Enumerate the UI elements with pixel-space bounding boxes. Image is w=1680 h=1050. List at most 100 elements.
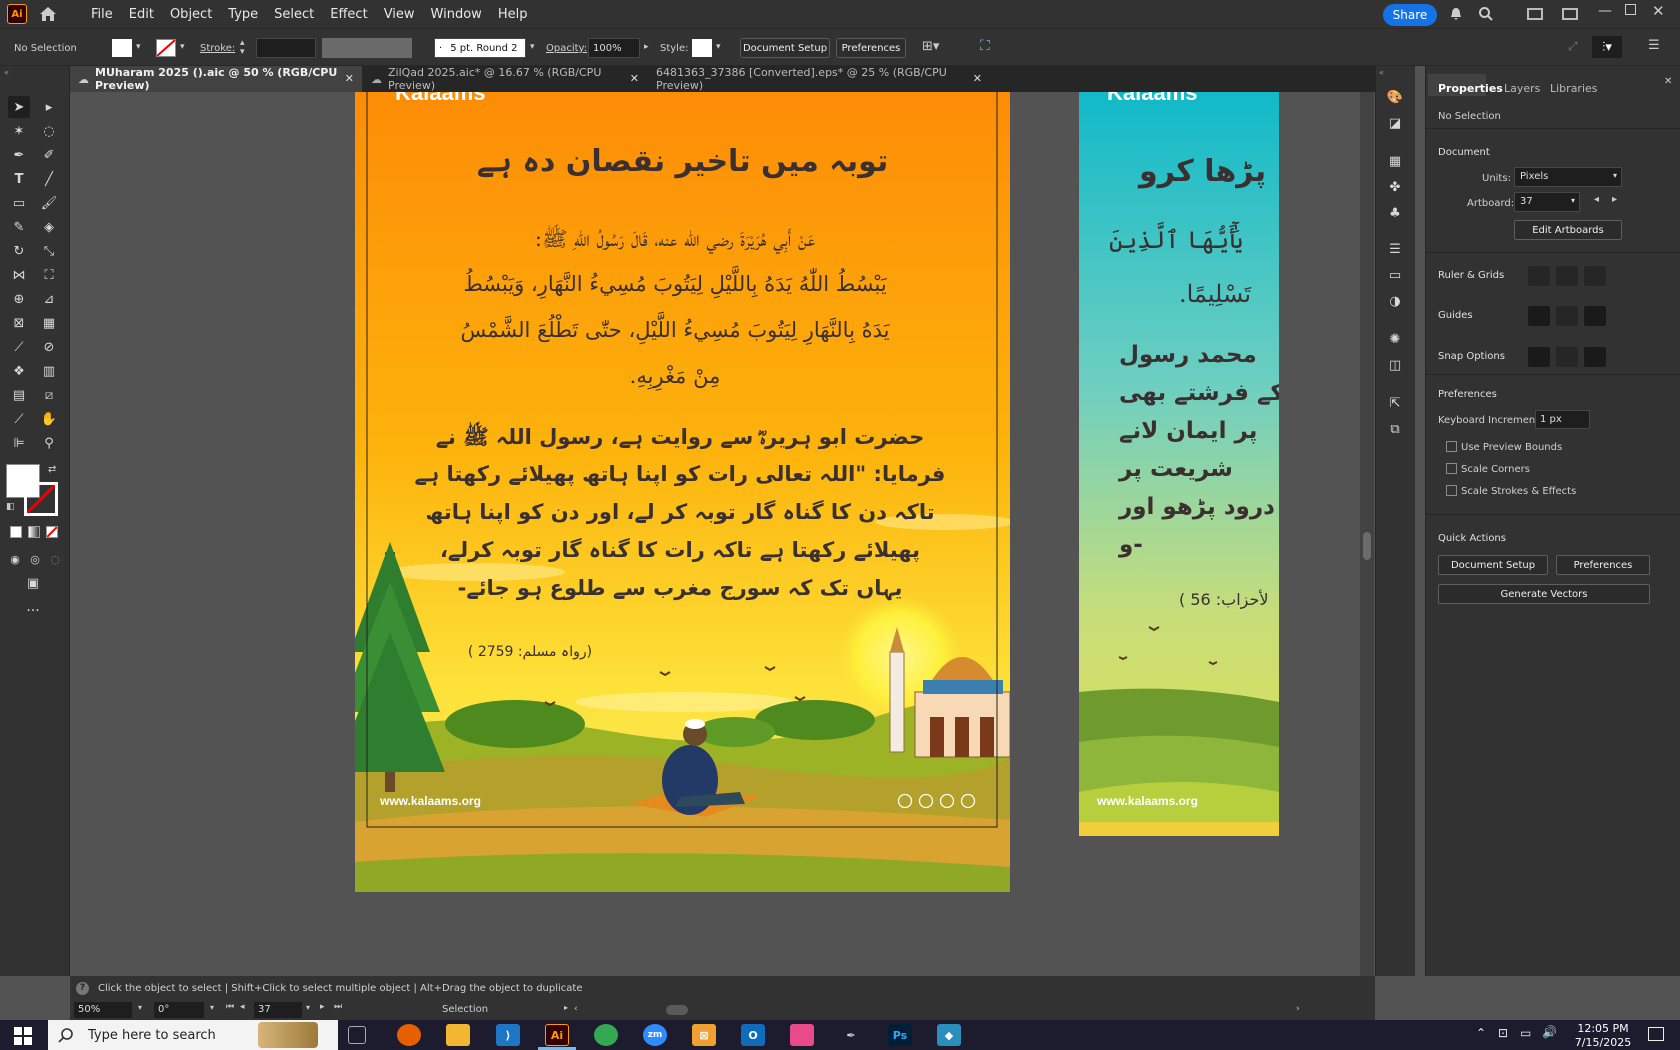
edit-artboards-button[interactable]: Edit Artboards: [1514, 220, 1622, 240]
taskbar-search-box[interactable]: Type here to search: [48, 1020, 338, 1050]
previous-artboard-icon[interactable]: ◂: [1594, 194, 1599, 205]
menu-window[interactable]: Window: [423, 7, 490, 22]
default-colors-icon[interactable]: ◧: [6, 502, 15, 512]
column-graph-tool-icon[interactable]: ▥: [38, 360, 60, 382]
volume-icon[interactable]: 🔊: [1542, 1025, 1557, 1039]
preferences-button[interactable]: Preferences: [836, 38, 906, 58]
arrange-documents-icon[interactable]: [1527, 8, 1543, 20]
zoom-tool-icon[interactable]: ⚲: [38, 432, 60, 454]
help-icon[interactable]: ?: [76, 982, 89, 995]
scale-tool-icon[interactable]: ⤡: [38, 240, 60, 262]
windows-start-icon[interactable]: [14, 1027, 32, 1045]
artboard-muharam[interactable]: Kalaams توبہ میں تاخیر نقصان دہ ہے عَنْ …: [355, 92, 1010, 892]
align-tool-icon[interactable]: ⊫: [8, 432, 30, 454]
properties-toggle-icon[interactable]: ⫶▾: [1592, 36, 1622, 58]
tab-zilqad[interactable]: ☁ ZilQad 2025.aic* @ 16.67 % (RGB/CPU Pr…: [363, 66, 647, 92]
chevron-down-icon[interactable]: ▾: [138, 1003, 142, 1012]
menu-select[interactable]: Select: [266, 7, 322, 22]
type-tool-icon[interactable]: T: [8, 168, 30, 190]
menu-view[interactable]: View: [376, 7, 423, 22]
mesh-tool-icon[interactable]: ⊠: [8, 312, 30, 334]
snap-to-point-icon[interactable]: [1528, 347, 1550, 367]
horizontal-scrollbar-thumb[interactable]: [666, 1005, 688, 1015]
scroll-right-icon[interactable]: ›: [1296, 1004, 1300, 1014]
align-icon[interactable]: ⊞▾: [922, 39, 939, 54]
rotation-input[interactable]: 0°: [154, 1002, 204, 1018]
canvas[interactable]: Kalaams توبہ میں تاخیر نقصان دہ ہے عَنْ …: [70, 92, 1375, 976]
color-panel-icon[interactable]: 🎨: [1384, 86, 1406, 108]
hand-tool-icon[interactable]: ✋: [38, 408, 60, 430]
gradient-panel-icon[interactable]: ▭: [1384, 264, 1406, 286]
screen-mode-icon[interactable]: ▣: [22, 572, 44, 594]
draw-normal-icon[interactable]: ◉: [4, 548, 26, 570]
grid-icon[interactable]: [1556, 266, 1578, 286]
chevron-down-icon[interactable]: ▾: [530, 42, 535, 52]
share-button[interactable]: Share: [1383, 4, 1437, 26]
zoom-app-icon[interactable]: zm: [643, 1024, 667, 1046]
chevron-down-icon[interactable]: ▾: [180, 42, 185, 52]
quick-preferences-button[interactable]: Preferences: [1556, 555, 1650, 575]
slice-tool-icon[interactable]: ⧄: [38, 384, 60, 406]
snap-to-glyph-icon[interactable]: [1584, 347, 1606, 367]
scrollbar-thumb[interactable]: [1363, 532, 1371, 560]
quick-document-setup-button[interactable]: Document Setup: [1438, 555, 1548, 575]
close-tab-icon[interactable]: ✕: [345, 72, 354, 85]
pen-tool-icon[interactable]: ✒: [8, 144, 30, 166]
scroll-left-icon[interactable]: ‹: [574, 1004, 586, 1016]
none-mode-icon[interactable]: [46, 526, 58, 538]
export-icon[interactable]: ⇱: [1384, 392, 1406, 414]
tab-converted-eps[interactable]: 6481363_37386 [Converted].eps* @ 25 % (R…: [648, 66, 990, 92]
arrange-icon[interactable]: ⤢: [1568, 39, 1578, 54]
stroke-color-box[interactable]: [24, 482, 58, 516]
brushes-icon[interactable]: ✤: [1384, 176, 1406, 198]
notifications-icon[interactable]: [1648, 1027, 1664, 1041]
appearance-icon[interactable]: ✺: [1384, 328, 1406, 350]
panel-close-icon[interactable]: ✕: [1664, 76, 1672, 87]
magic-wand-tool-icon[interactable]: ✶: [8, 120, 30, 142]
tab-libraries[interactable]: Libraries: [1550, 82, 1598, 95]
free-transform-tool-icon[interactable]: ⛶: [38, 264, 60, 286]
menu-object[interactable]: Object: [162, 7, 220, 22]
photoshop-icon[interactable]: Ps: [888, 1024, 912, 1046]
artboard-tool-icon[interactable]: ▤: [8, 384, 30, 406]
transparency-icon[interactable]: ◑: [1384, 290, 1406, 312]
vertical-scrollbar[interactable]: [1360, 92, 1374, 976]
stroke-label[interactable]: Stroke:: [200, 43, 235, 54]
symbols-icon[interactable]: ♣: [1384, 202, 1406, 224]
lasso-tool-icon[interactable]: ◌: [38, 120, 60, 142]
chevron-up-icon[interactable]: ⌃: [1476, 1026, 1486, 1040]
tab-layers[interactable]: Layers: [1504, 82, 1540, 95]
artboard-zilqad[interactable]: Kalaams پڑھا کرو يَٰٓأَيُّهَا ٱلَّذِينَ …: [1079, 92, 1279, 836]
show-guides-icon[interactable]: [1528, 306, 1550, 326]
last-artboard-icon[interactable]: ⏭: [334, 1002, 342, 1012]
swap-fill-stroke-icon[interactable]: ⇄: [48, 464, 56, 475]
minimize-icon[interactable]: —: [1598, 3, 1612, 19]
next-artboard-icon[interactable]: ▸: [320, 1002, 325, 1012]
symbol-sprayer-tool-icon[interactable]: ❖: [8, 360, 30, 382]
chrome-icon[interactable]: [594, 1024, 618, 1046]
menu-effect[interactable]: Effect: [322, 7, 375, 22]
artboard-navigator[interactable]: 37: [254, 1002, 302, 1018]
search-icon[interactable]: [1478, 6, 1494, 22]
close-tab-icon[interactable]: ✕: [973, 72, 982, 85]
lock-guides-icon[interactable]: [1556, 306, 1578, 326]
collapse-icon[interactable]: «: [4, 68, 9, 77]
rectangle-tool-icon[interactable]: ▭: [8, 192, 30, 214]
stroke-panel-icon[interactable]: ☰: [1384, 238, 1406, 260]
illustrator-taskbar-icon[interactable]: Ai: [545, 1024, 569, 1046]
line-tool-icon[interactable]: ╱: [38, 168, 60, 190]
draw-behind-icon[interactable]: ◎: [24, 548, 46, 570]
vscode-icon[interactable]: ⟩: [496, 1024, 520, 1046]
chevron-right-icon[interactable]: ▸: [564, 1003, 568, 1012]
width-tool-icon[interactable]: ⋈: [8, 264, 30, 286]
more-tools-icon[interactable]: ···: [22, 600, 44, 622]
document-setup-button[interactable]: Document Setup: [740, 38, 830, 58]
eyedropper-tool-icon[interactable]: ⟋: [8, 336, 30, 358]
stroke-stepper-icon[interactable]: ▴ ▾: [240, 39, 245, 57]
fill-swatch[interactable]: [112, 39, 132, 57]
color-mode-icon[interactable]: [10, 526, 22, 538]
blend-tool-icon[interactable]: ⊘: [38, 336, 60, 358]
menu-edit[interactable]: Edit: [121, 7, 162, 22]
next-artboard-icon[interactable]: ▸: [1612, 194, 1617, 205]
color-guide-icon[interactable]: ◪: [1384, 112, 1406, 134]
